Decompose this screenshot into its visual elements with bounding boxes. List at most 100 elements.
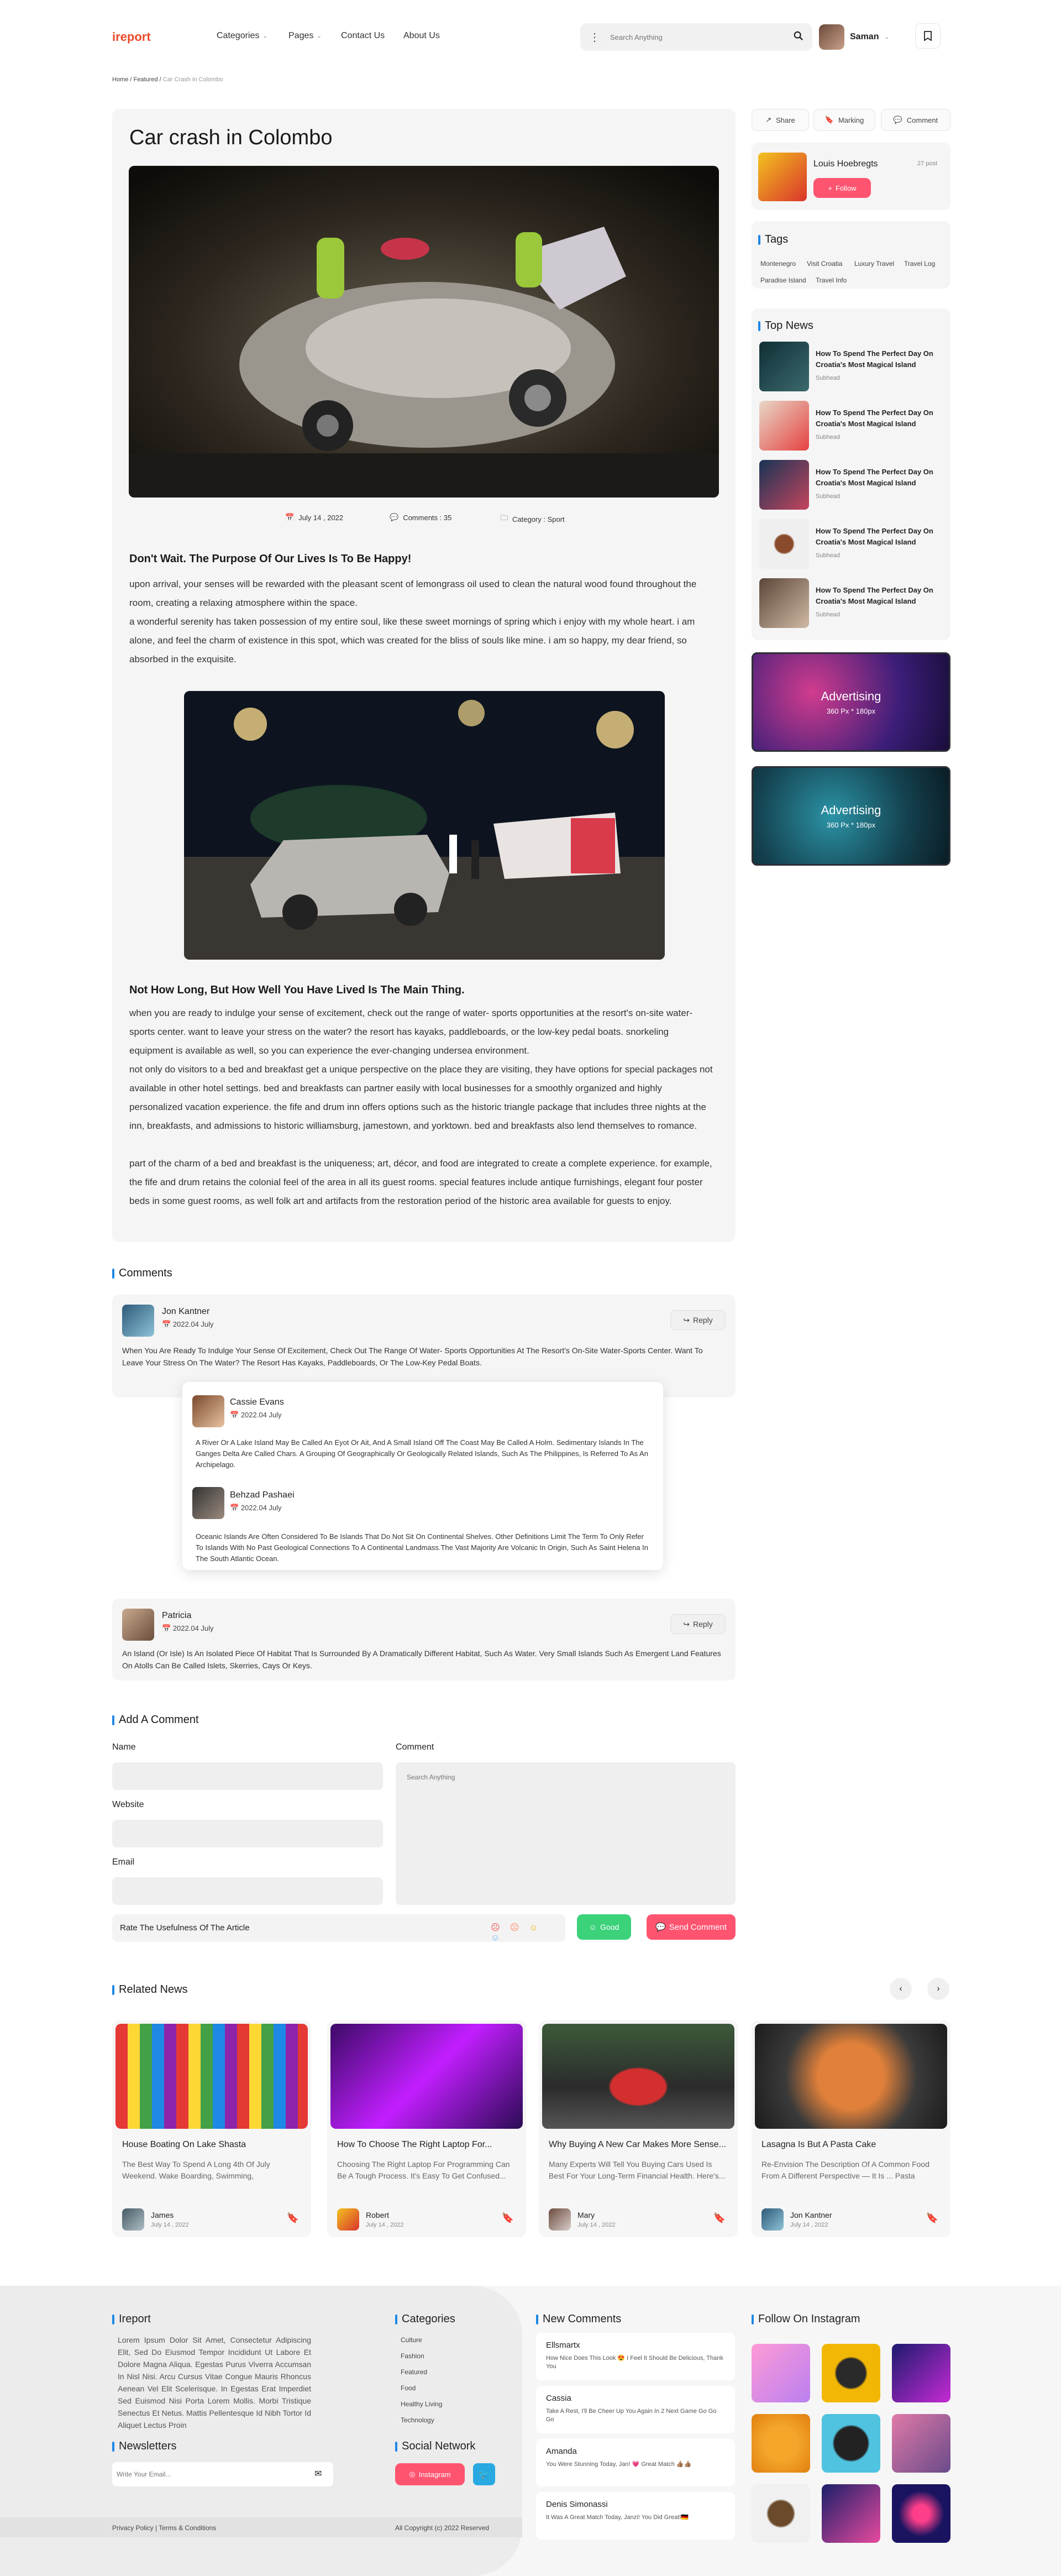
instagram-photo[interactable]: [822, 2484, 880, 2543]
new-comment-item[interactable]: Cassia Take A Rest, I'll Be Cheer Up You …: [536, 2386, 735, 2433]
instagram-photo[interactable]: [892, 2344, 950, 2402]
nav-contact-us[interactable]: Contact Us: [341, 31, 385, 41]
nav-categories[interactable]: Categories ⌄: [217, 31, 267, 41]
send-comment-button[interactable]: 💬 Send Comment: [647, 1914, 736, 1940]
footer-category-link[interactable]: Healthy Living: [401, 2400, 442, 2408]
ad-title: Advertising: [821, 803, 881, 817]
top-news-title-text: Top News: [765, 320, 813, 332]
tag[interactable]: Travel Log: [904, 260, 935, 268]
mail-send-icon[interactable]: ✉: [314, 2468, 322, 2479]
newsletter-email-input[interactable]: [117, 2462, 304, 2486]
advertising-banner[interactable]: Advertising 360 Px * 180px: [752, 766, 950, 866]
website-field[interactable]: [112, 1820, 383, 1847]
comments-title: Comments: [112, 1267, 172, 1280]
top-news-item[interactable]: How To Spend The Perfect Day On Croatia'…: [759, 342, 942, 395]
good-rating-button[interactable]: ☺ Good: [577, 1914, 631, 1940]
article-category[interactable]: 🗀 Category : Sport: [501, 513, 565, 525]
tag[interactable]: Travel Info: [816, 276, 847, 284]
footer-category-link[interactable]: Fashion: [401, 2352, 424, 2360]
article-comments-count[interactable]: 💬 Comments : 35: [390, 513, 451, 522]
prev-arrow-icon[interactable]: ‹: [890, 1978, 912, 2000]
site-logo[interactable]: ireport: [112, 30, 151, 44]
bookmark-icon[interactable]: 🔖: [926, 2212, 938, 2224]
section-bar: [112, 1715, 114, 1725]
name-field[interactable]: [112, 1762, 383, 1790]
instagram-photo[interactable]: [752, 2414, 810, 2473]
author-avatar: [758, 153, 807, 201]
commenter-name: Denis Simonassi: [546, 2500, 608, 2509]
top-news-item[interactable]: How To Spend The Perfect Day On Croatia'…: [759, 519, 942, 572]
author-name[interactable]: Louis Hoebregts: [813, 159, 878, 169]
new-comment-item[interactable]: Denis Simonassi It Was A Great Match Toda…: [536, 2492, 735, 2540]
face-happy-icon[interactable]: ☺: [491, 1933, 510, 1943]
email-field[interactable]: [112, 1877, 383, 1905]
face-neutral-icon[interactable]: ☺: [529, 1923, 548, 1933]
news-image: [115, 2024, 308, 2129]
related-news-card[interactable]: House Boating On Lake Shasta The Best Wa…: [112, 2020, 311, 2237]
related-news-card[interactable]: Lasagna Is But A Pasta Cake Re-Envision …: [752, 2020, 950, 2237]
twitter-icon[interactable]: 🐦: [473, 2463, 495, 2485]
tag[interactable]: Paradise Island: [760, 276, 806, 284]
bookmark-icon[interactable]: [915, 23, 941, 49]
tag[interactable]: Montenegro: [760, 260, 796, 268]
news-thumbnail: [759, 578, 809, 628]
article-heading-1: Don't Wait. The Purpose Of Our Lives Is …: [129, 553, 412, 565]
search-input[interactable]: [610, 33, 794, 41]
top-news-item[interactable]: How To Spend The Perfect Day On Croatia'…: [759, 401, 942, 454]
share-button[interactable]: ↗ Share: [752, 109, 809, 131]
reply-button[interactable]: ↪ Reply: [670, 1614, 726, 1634]
related-news-card[interactable]: How To Choose The Right Laptop For... Ch…: [327, 2020, 526, 2237]
top-news-item[interactable]: How To Spend The Perfect Day On Croatia'…: [759, 578, 942, 631]
breadcrumb-featured[interactable]: Featured: [134, 76, 158, 83]
comment-header: Jon Kantner 📅 2022.04 July: [162, 1307, 214, 1329]
instagram-photo[interactable]: [892, 2414, 950, 2473]
search-bar: ⋮: [580, 23, 812, 51]
footer-category-link[interactable]: Food: [401, 2384, 416, 2392]
search-icon[interactable]: [794, 31, 803, 44]
breadcrumb-home[interactable]: Home: [112, 76, 128, 83]
advertising-banner[interactable]: Advertising 360 Px * 180px: [752, 652, 950, 752]
nav-pages[interactable]: Pages ⌄: [288, 31, 322, 41]
section-bar: [536, 2314, 538, 2324]
news-author: Jon Kantner July 14 , 2022: [761, 2208, 832, 2231]
face-sad-icon[interactable]: ☹: [510, 1923, 529, 1933]
instagram-photo[interactable]: [752, 2344, 810, 2402]
instagram-photo[interactable]: [822, 2344, 880, 2402]
calendar-icon: 📅: [162, 1624, 173, 1632]
next-arrow-icon[interactable]: ›: [927, 1978, 949, 2000]
breadcrumb-separator: /: [130, 76, 132, 83]
comment-icon: 💬: [655, 1923, 666, 1932]
instagram-photo[interactable]: [752, 2484, 810, 2543]
instagram-photo[interactable]: [892, 2484, 950, 2543]
bookmark-icon[interactable]: 🔖: [502, 2212, 514, 2224]
marking-button[interactable]: 🔖 Marking: [813, 109, 875, 131]
bookmark-icon[interactable]: 🔖: [287, 2212, 299, 2224]
news-thumbnail: [759, 342, 809, 391]
instagram-photo[interactable]: [822, 2414, 880, 2473]
instagram-button[interactable]: ◎ Instagram: [395, 2463, 465, 2485]
comment-button[interactable]: 💬 Comment: [881, 109, 950, 131]
tag[interactable]: Luxury Travel: [854, 260, 894, 268]
comment-textarea[interactable]: [396, 1762, 736, 1905]
tag[interactable]: Visit Croatia: [807, 260, 842, 268]
footer-category-link[interactable]: Technology: [401, 2416, 434, 2424]
top-news-item[interactable]: How To Spend The Perfect Day On Croatia'…: [759, 460, 942, 513]
nav-about-us[interactable]: About Us: [403, 31, 440, 41]
follow-button[interactable]: + Follow: [813, 178, 871, 198]
related-news-card[interactable]: Why Buying A New Car Makes More Sense...…: [539, 2020, 738, 2237]
new-comment-item[interactable]: Amanda You Were Stunning Today, Jan! 💗 Gr…: [536, 2439, 735, 2486]
footer-category-link[interactable]: Culture: [401, 2336, 422, 2344]
commenter-name: Cassia: [546, 2394, 571, 2403]
social-network-title: Social Network: [395, 2440, 475, 2453]
more-vertical-icon[interactable]: ⋮: [589, 30, 602, 44]
face-angry-icon[interactable]: ☹: [491, 1923, 510, 1933]
user-menu[interactable]: Saman ⌄: [816, 23, 896, 51]
new-comment-item[interactable]: Ellsmartx How Nice Does This Look 😍 I Fee…: [536, 2333, 735, 2380]
reply-button[interactable]: ↪ Reply: [670, 1310, 726, 1330]
breadcrumb: Home / Featured / Car Crash in Colombo: [112, 76, 223, 83]
footer-category-link[interactable]: Featured: [401, 2368, 427, 2376]
bookmark-icon[interactable]: 🔖: [713, 2212, 726, 2224]
privacy-terms-link[interactable]: Privacy Policy | Terms & Conditions: [112, 2524, 216, 2532]
rating-emojis[interactable]: ☹☹☺☺: [491, 1922, 565, 1943]
footer-brand-text: Ireport: [119, 2313, 151, 2325]
